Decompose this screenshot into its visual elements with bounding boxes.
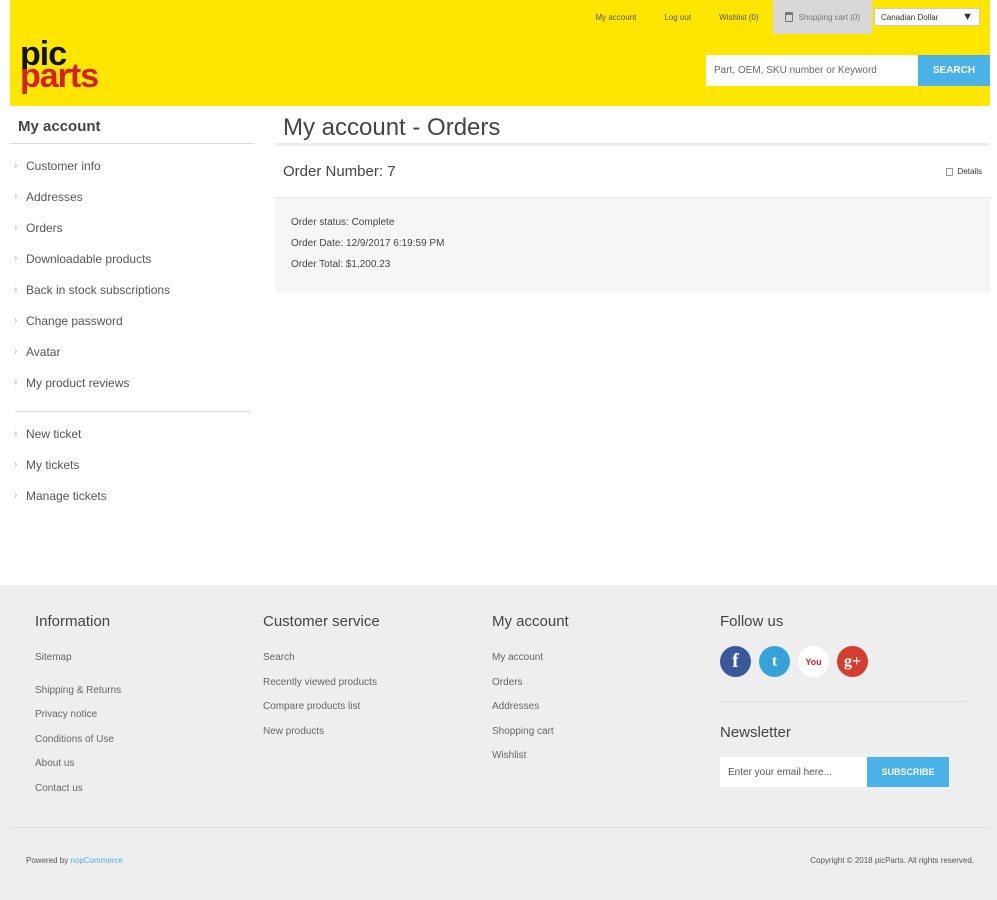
sidebar-item-addresses[interactable]: Addresses [10, 187, 254, 218]
powered-by-prefix: Powered by [26, 856, 69, 865]
my-account-link[interactable]: My account [595, 13, 636, 22]
footer-information: Information Sitemap Shipping & Returns P… [35, 613, 121, 801]
main-content: My account - Orders Order Number: 7 Deta… [275, 106, 990, 293]
nopcommerce-link[interactable]: nopCommerce [70, 856, 122, 865]
order-total: Order Total: $1,200.23 [291, 259, 391, 270]
currency-value: Canadian Dollar [881, 12, 939, 22]
footer-link-conditions-of-use[interactable]: Conditions of Use [35, 728, 121, 753]
logo-text-parts: parts [20, 57, 99, 95]
footer-follow-us: Follow us f t You g+ Newsletter SUBSCRIB… [720, 613, 966, 787]
search-input[interactable] [706, 55, 918, 86]
shopping-cart-link[interactable]: Shopping cart (0) [772, 0, 872, 34]
facebook-icon[interactable]: f [720, 646, 751, 677]
footer-information-title: Information [35, 613, 111, 630]
footer-link-search[interactable]: Search [263, 646, 380, 671]
wishlist-link[interactable]: Wishlist (0) [719, 13, 759, 22]
newsletter-title: Newsletter [720, 724, 791, 741]
account-sidebar: My account Customer info Addresses Order… [10, 106, 254, 517]
footer-my-account: My account My account Orders Addresses S… [492, 613, 569, 769]
sidebar-item-change-password[interactable]: Change password [10, 311, 254, 342]
site-header: My account Log out Wishlist (0) Shopping… [10, 0, 990, 106]
sidebar-item-avatar[interactable]: Avatar [10, 342, 254, 373]
footer-my-account-title: My account [492, 613, 569, 630]
footer-link-about-us[interactable]: About us [35, 752, 121, 777]
footer-divider [720, 701, 966, 702]
social-links: f t You g+ [720, 646, 966, 677]
order-header: Order Number: 7 Details [275, 146, 990, 198]
order-summary: Order status: Complete Order Date: 12/9/… [275, 198, 990, 293]
subscribe-button[interactable]: SUBSCRIBE [867, 757, 949, 787]
footer-link-orders[interactable]: Orders [492, 671, 569, 696]
footer-link-new-products[interactable]: New products [263, 720, 380, 745]
sidebar-item-downloadable-products[interactable]: Downloadable products [10, 249, 254, 280]
account-nav-list: Customer info Addresses Orders Downloada… [10, 144, 254, 404]
shopping-bag-icon [784, 12, 793, 22]
sidebar-title: My account [10, 106, 254, 144]
shopping-cart-label: Shopping cart (0) [798, 12, 860, 22]
footer-customer-service-title: Customer service [263, 613, 380, 630]
sidebar-item-manage-tickets[interactable]: Manage tickets [10, 486, 254, 517]
site-logo[interactable]: pic parts [20, 37, 99, 95]
currency-select[interactable]: Canadian Dollar ▼ [874, 8, 980, 26]
chevron-down-icon: ▼ [962, 11, 973, 23]
newsletter-form: SUBSCRIBE [720, 757, 966, 787]
header-links: My account Log out Wishlist (0) Shopping… [581, 0, 980, 34]
twitter-icon[interactable]: t [759, 646, 790, 677]
copyright-text: Copyright © 2018 picParts. All rights re… [810, 856, 974, 865]
search-bar: SEARCH [706, 55, 990, 86]
footer-link-privacy-notice[interactable]: Privacy notice [35, 703, 121, 728]
details-label: Details [957, 167, 982, 176]
footer-link-addresses[interactable]: Addresses [492, 695, 569, 720]
search-button[interactable]: SEARCH [918, 55, 990, 86]
order-number: Order Number: 7 [283, 163, 396, 180]
order-date: Order Date: 12/9/2017 6:19:59 PM [291, 238, 445, 249]
footer-link-shipping-returns[interactable]: Shipping & Returns [35, 679, 121, 704]
newsletter-email-input[interactable] [720, 757, 867, 787]
site-footer: Information Sitemap Shipping & Returns P… [0, 585, 997, 900]
footer-customer-service: Customer service Search Recently viewed … [263, 613, 380, 744]
sidebar-item-orders[interactable]: Orders [10, 218, 254, 249]
footer-link-sitemap[interactable]: Sitemap [35, 646, 121, 671]
document-icon [945, 167, 953, 176]
footer-link-wishlist[interactable]: Wishlist [492, 744, 569, 769]
powered-by: Powered by nopCommerce [26, 856, 123, 865]
youtube-icon[interactable]: You [798, 646, 829, 677]
footer-link-my-account[interactable]: My account [492, 646, 569, 671]
logout-link[interactable]: Log out [664, 13, 691, 22]
sidebar-item-my-tickets[interactable]: My tickets [10, 455, 254, 486]
footer-link-contact-us[interactable]: Contact us [35, 777, 121, 802]
sidebar-divider [15, 411, 251, 412]
footer-link-compare-products[interactable]: Compare products list [263, 695, 380, 720]
page-title: My account - Orders [275, 106, 990, 146]
sidebar-item-product-reviews[interactable]: My product reviews [10, 373, 254, 404]
ticket-nav-list: New ticket My tickets Manage tickets [10, 424, 254, 517]
details-button[interactable]: Details [945, 167, 982, 176]
sidebar-item-new-ticket[interactable]: New ticket [10, 424, 254, 455]
google-plus-icon[interactable]: g+ [837, 646, 868, 677]
sidebar-item-back-in-stock[interactable]: Back in stock subscriptions [10, 280, 254, 311]
footer-link-shopping-cart[interactable]: Shopping cart [492, 720, 569, 745]
footer-link-recently-viewed[interactable]: Recently viewed products [263, 671, 380, 696]
order-status: Order status: Complete [291, 217, 395, 228]
sidebar-item-customer-info[interactable]: Customer info [10, 156, 254, 187]
footer-bottom: Powered by nopCommerce Copyright © 2018 … [10, 827, 990, 900]
footer-follow-us-title: Follow us [720, 613, 784, 630]
